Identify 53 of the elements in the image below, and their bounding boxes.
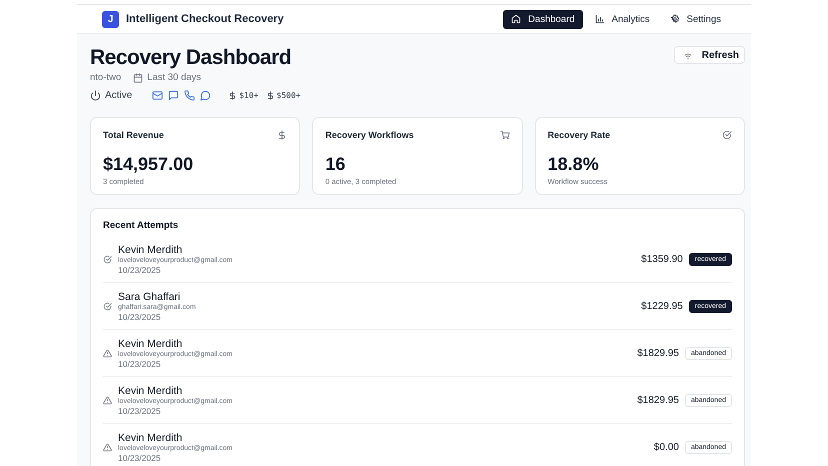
attempt-date: 10/23/2025 xyxy=(118,452,162,462)
stat-value: $14,957.00 xyxy=(103,154,194,175)
status-label: Active xyxy=(90,90,132,101)
app-title: Intelligent Checkout Recovery xyxy=(126,13,284,25)
nav-tab[interactable]: Analytics xyxy=(586,10,658,28)
customer-name: Kevin Merdith xyxy=(118,384,184,396)
home-icon xyxy=(511,14,522,24)
dollar-icon xyxy=(277,130,288,140)
card-title: Total Revenue xyxy=(103,130,164,140)
mail-icon xyxy=(152,90,164,101)
nav-tab[interactable]: Settings xyxy=(662,10,729,28)
customer-name: Kevin Merdith xyxy=(118,338,184,350)
phone-icon xyxy=(184,90,196,101)
attempt-date: 10/23/2025 xyxy=(118,312,162,322)
cart-icon xyxy=(500,130,510,140)
attempt-amount: $1229.95 xyxy=(641,300,683,312)
nav-tab[interactable]: Dashboard xyxy=(503,10,583,28)
card-title: Recovery Workflows xyxy=(325,130,414,140)
warning-icon xyxy=(103,442,112,452)
card-title: Recovery Rate xyxy=(548,130,610,140)
settings-icon xyxy=(670,14,680,24)
amount-filter: $500+ xyxy=(266,91,301,100)
calendar-icon xyxy=(133,72,144,82)
bar-chart-icon xyxy=(594,14,605,24)
check-circle-icon xyxy=(103,302,112,310)
attempt-amount: $1829.95 xyxy=(637,394,679,406)
attempt-date: 10/23/2025 xyxy=(118,406,162,416)
dollar-icon xyxy=(228,91,238,100)
stat-value: 16 xyxy=(325,154,346,175)
dollar-icon xyxy=(266,91,274,100)
attempt-amount: $1359.90 xyxy=(641,254,683,264)
customer-name: Kevin Merdith xyxy=(118,244,184,256)
app-logo: J xyxy=(102,10,119,28)
customer-name: Sara Ghaffari xyxy=(118,290,182,302)
warning-icon xyxy=(103,348,112,358)
attempt-amount: $0.00 xyxy=(654,442,679,452)
customer-name: Kevin Merdith xyxy=(118,432,184,444)
section-title: Recent Attempts xyxy=(103,220,180,231)
check-circle-icon xyxy=(722,130,732,140)
attempt-date: 10/23/2025 xyxy=(118,358,162,368)
refresh-button[interactable]: Refresh xyxy=(674,46,745,64)
attempt-date: 10/23/2025 xyxy=(118,264,162,274)
attempt-amount: $1829.95 xyxy=(637,348,679,358)
stat-value: 18.8% xyxy=(548,154,600,175)
warning-icon xyxy=(103,396,112,404)
chat-bubble-icon xyxy=(200,90,212,101)
date-range: Last 30 days xyxy=(133,72,202,83)
page-title: Recovery Dashboard xyxy=(90,46,292,70)
power-icon xyxy=(90,90,101,101)
amount-filter: $10+ xyxy=(228,91,258,100)
store-name: nto-two xyxy=(90,72,122,83)
message-icon xyxy=(168,90,180,101)
check-circle-icon xyxy=(103,254,112,264)
